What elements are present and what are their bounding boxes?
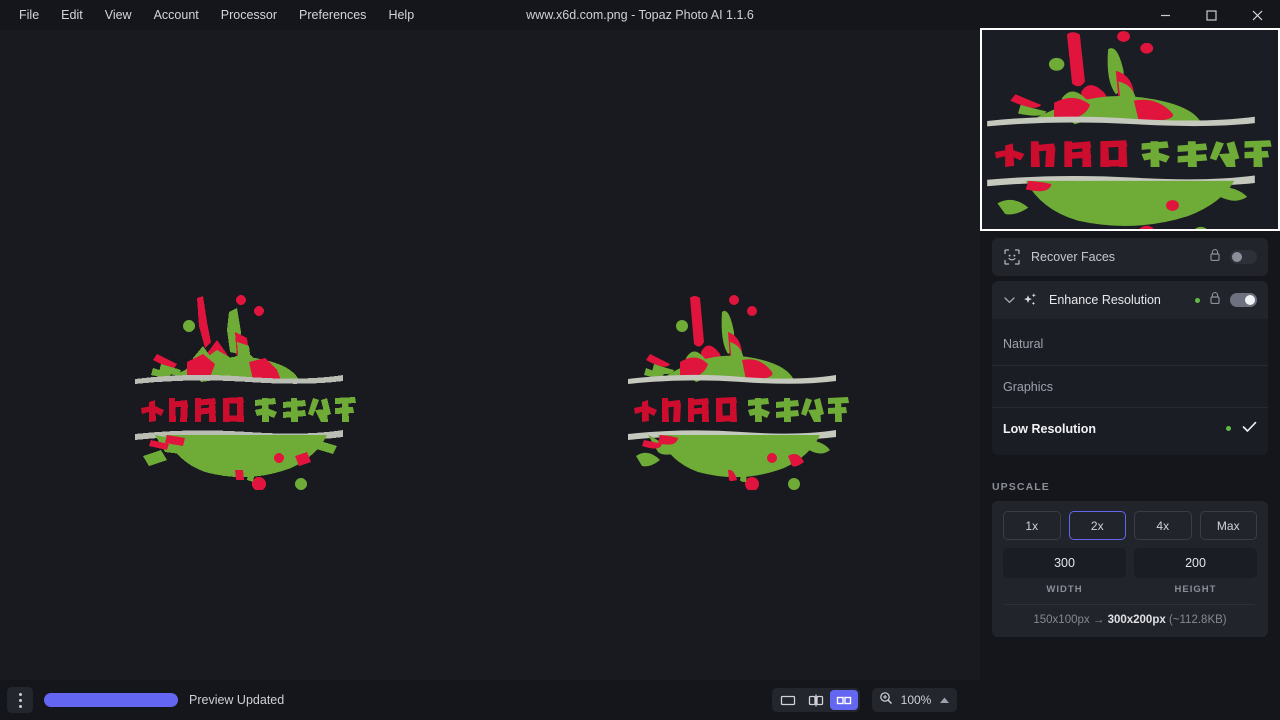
status-dot-enhance-resolution [1195, 298, 1200, 303]
upscale-factor-4x[interactable]: 4x [1134, 511, 1192, 540]
size-to: 300x200px [1108, 614, 1166, 626]
upscale-factor-1x[interactable]: 1x [1003, 511, 1061, 540]
view-mode-side-by-side[interactable] [830, 690, 858, 710]
width-input[interactable]: 300 [1003, 548, 1126, 578]
view-mode-group [772, 688, 860, 712]
image-canvas[interactable] [0, 30, 980, 680]
model-list: Natural Graphics Low Resolution [992, 319, 1268, 455]
filter-label-enhance-resolution: Enhance Resolution [1049, 293, 1195, 307]
menu-bar: File Edit View Account Processor Prefere… [0, 0, 425, 30]
size-summary: 150x100px → 300x200px (~112.8KB) [1003, 614, 1257, 626]
original-image-preview[interactable] [131, 280, 361, 490]
enhanced-image-preview[interactable] [624, 280, 854, 490]
view-mode-split[interactable] [802, 690, 830, 710]
check-icon [1242, 420, 1257, 438]
model-label: Low Resolution [1003, 422, 1226, 436]
menu-item-preferences[interactable]: Preferences [288, 0, 377, 30]
menu-item-file[interactable]: File [8, 0, 50, 30]
lock-icon[interactable] [1209, 248, 1221, 267]
status-text: Preview Updated [189, 693, 284, 707]
app-window: File Edit View Account Processor Prefere… [0, 0, 1280, 720]
upscale-factor-max[interactable]: Max [1200, 511, 1258, 540]
caret-up-icon[interactable] [939, 691, 950, 709]
model-option-graphics[interactable]: Graphics [992, 365, 1268, 407]
zoom-control[interactable]: 100% [872, 688, 957, 712]
filter-row-enhance-resolution[interactable]: Enhance Resolution [992, 281, 1268, 319]
right-panel: Recover Faces [980, 0, 1280, 720]
chevron-down-icon[interactable] [1003, 296, 1016, 304]
menu-item-edit[interactable]: Edit [50, 0, 94, 30]
upscale-card: 1x 2x 4x Max 300 WIDTH 200 HEIGHT [992, 501, 1268, 637]
size-from: 150x100px [1033, 614, 1089, 626]
model-option-low-resolution[interactable]: Low Resolution [992, 407, 1268, 449]
filter-label-recover-faces: Recover Faces [1031, 250, 1209, 264]
upscale-factor-2x[interactable]: 2x [1069, 511, 1127, 540]
upscale-divider [1005, 604, 1255, 605]
toggle-recover-faces[interactable] [1230, 250, 1257, 264]
panel-preview-thumbnail[interactable] [980, 28, 1280, 231]
height-input[interactable]: 200 [1134, 548, 1257, 578]
window-controls [1142, 0, 1280, 30]
status-dot-low-resolution [1226, 426, 1231, 431]
height-label: HEIGHT [1134, 584, 1257, 595]
minimize-button[interactable] [1142, 0, 1188, 30]
kebab-menu-icon[interactable] [7, 687, 33, 713]
size-arrow-icon: → [1093, 614, 1105, 626]
toggle-enhance-resolution[interactable] [1230, 293, 1257, 307]
progress-bar [44, 693, 178, 707]
close-button[interactable] [1234, 0, 1280, 30]
size-estimate: (~112.8KB) [1169, 614, 1227, 626]
filter-row-recover-faces[interactable]: Recover Faces [992, 238, 1268, 276]
model-label: Graphics [1003, 380, 1257, 394]
zoom-magnifier-icon [879, 691, 893, 710]
menu-item-help[interactable]: Help [377, 0, 425, 30]
panel-scroll-area[interactable]: Recover Faces [980, 233, 1280, 663]
face-detect-icon [1003, 249, 1021, 265]
upscale-section-title: UPSCALE [992, 481, 1268, 493]
menu-item-processor[interactable]: Processor [210, 0, 288, 30]
zoom-value: 100% [900, 693, 932, 707]
model-label: Natural [1003, 337, 1257, 351]
sparkles-icon [1021, 292, 1039, 308]
maximize-button[interactable] [1188, 0, 1234, 30]
dimension-row: 300 WIDTH 200 HEIGHT [1003, 548, 1257, 595]
width-label: WIDTH [1003, 584, 1126, 595]
model-option-natural[interactable]: Natural [992, 323, 1268, 365]
upscale-factor-group: 1x 2x 4x Max [1003, 511, 1257, 540]
lock-icon[interactable] [1209, 291, 1221, 310]
view-mode-single[interactable] [774, 690, 802, 710]
menu-item-account[interactable]: Account [143, 0, 210, 30]
menu-item-view[interactable]: View [94, 0, 143, 30]
